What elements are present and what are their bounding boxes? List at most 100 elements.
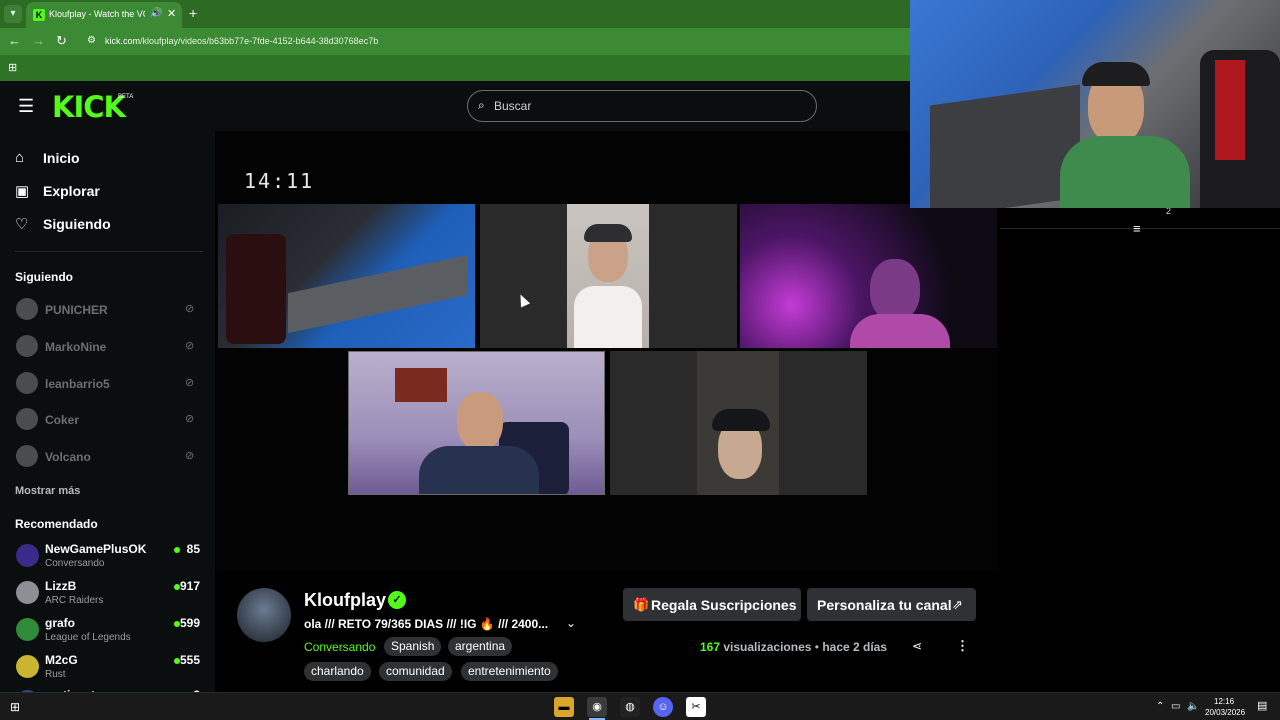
offline-icon: ⊘: [185, 450, 195, 462]
back-arrow-icon[interactable]: ←: [8, 33, 21, 48]
separator: •: [814, 640, 819, 654]
vod-stats: 167 visualizaciones • hace 2 días: [700, 640, 887, 654]
tag[interactable]: comunidad: [379, 662, 452, 681]
video-player[interactable]: 14:11: [215, 131, 999, 571]
recommended-item[interactable]: LizzB ARC Raiders 917: [15, 578, 205, 610]
video-timestamp: 14:11: [244, 169, 315, 193]
tag[interactable]: argentina: [448, 637, 513, 656]
tab-search-icon[interactable]: ▾: [4, 5, 22, 23]
live-dot-icon: [174, 547, 180, 553]
file-explorer-icon[interactable]: ▬: [554, 697, 574, 717]
discord-icon[interactable]: ☺: [653, 697, 673, 717]
avatar: [16, 655, 39, 678]
recommended-item[interactable]: grafo League of Legends 599: [15, 615, 205, 647]
gift-subs-button[interactable]: 🎁 Regala Suscripciones: [623, 588, 801, 621]
channel-name: MarkoNine: [45, 340, 107, 354]
kick-logo[interactable]: KICK: [52, 90, 126, 124]
offline-icon: ⊘: [185, 413, 195, 425]
volume-icon[interactable]: 🔈: [1187, 701, 1199, 712]
apps-grid-icon[interactable]: ⊞: [8, 61, 17, 74]
site-info-icon[interactable]: ⚙: [87, 35, 96, 46]
home-icon: ⌂: [15, 149, 25, 166]
webcam-overlay: [910, 0, 1280, 208]
verified-badge-icon: ✓: [388, 591, 406, 609]
viewer-count: 85: [186, 542, 200, 556]
filter-icon[interactable]: ≡: [1133, 221, 1141, 236]
menu-icon[interactable]: ☰: [18, 96, 34, 117]
avatar: [16, 581, 39, 604]
windows-start-icon[interactable]: ⊞: [10, 700, 20, 714]
customize-channel-button[interactable]: Personaliza tu canal ⇗: [807, 588, 976, 621]
screen: ▾ K Kloufplay - Watch the VOD 🔊 ✕ + ← → …: [0, 0, 1280, 720]
video-tile: [348, 351, 605, 495]
url-text: kick.com/kloufplay/videos/b63bb77e-7fde-…: [105, 36, 379, 46]
more-options-icon[interactable]: ⋮: [956, 638, 969, 654]
speaker-icon[interactable]: 🔊: [150, 8, 162, 19]
browser-tab[interactable]: K Kloufplay - Watch the VOD 🔊 ✕: [26, 2, 182, 28]
channel-avatar[interactable]: [237, 588, 291, 642]
following-item[interactable]: Volcano ⊘: [15, 444, 205, 470]
browser-tab-bar: ▾ K Kloufplay - Watch the VOD 🔊 ✕ +: [0, 0, 910, 28]
nav-label: Explorar: [43, 183, 100, 199]
stream-category[interactable]: Conversando: [304, 640, 375, 654]
new-tab-icon[interactable]: +: [189, 5, 197, 21]
following-section-title: Siguiendo: [15, 270, 73, 284]
following-item[interactable]: Coker ⊘: [15, 407, 205, 433]
chevron-down-icon[interactable]: ⌄: [566, 616, 576, 630]
channel-name: LizzB: [45, 579, 77, 593]
tab-title: Kloufplay - Watch the VOD: [49, 9, 145, 19]
avatar: [16, 372, 38, 394]
channel-name: NewGamePlusOK: [45, 542, 147, 556]
avatar: [16, 408, 38, 430]
url-field[interactable]: ⚙ kick.com/kloufplay/videos/b63bb77e-7fd…: [80, 31, 910, 52]
video-tile: [610, 351, 867, 495]
viewer-count: 917: [179, 579, 200, 593]
offline-icon: ⊘: [185, 303, 195, 315]
os-taskbar: ⊞ ▬ ◉ ◍ ☺ ✂ ⌃ ▭ 🔈 12:16 20/03/2026 ▤: [0, 692, 1280, 720]
search-input[interactable]: [494, 96, 794, 116]
heart-icon: ♡: [15, 216, 29, 233]
external-link-icon: ⇗: [952, 597, 963, 612]
vod-age: hace 2 días: [822, 640, 888, 654]
video-tile: [480, 204, 737, 348]
channel-name: PUNICHER: [45, 303, 108, 317]
reload-icon[interactable]: ↻: [56, 33, 67, 49]
tag[interactable]: entretenimiento: [461, 662, 558, 681]
share-icon[interactable]: ⋖: [912, 639, 922, 653]
forward-arrow-icon[interactable]: →: [32, 33, 45, 48]
obs-icon[interactable]: ◍: [620, 697, 640, 717]
clock-date[interactable]: 20/03/2026: [1205, 708, 1245, 717]
recommended-item[interactable]: NewGamePlusOK Conversando 85: [15, 541, 205, 573]
bookmarks-bar: ⊞: [0, 55, 910, 81]
tag[interactable]: Spanish: [384, 637, 442, 656]
stream-title: ola /// RETO 79/365 DIAS /// !IG 🔥 /// 2…: [304, 617, 549, 631]
search-bar[interactable]: ⌕: [467, 90, 817, 122]
stream-info: Kloufplay ✓ ola /// RETO 79/365 DIAS ///…: [215, 571, 999, 692]
notifications-icon[interactable]: ▤: [1257, 699, 1267, 712]
nav-label: Siguiendo: [43, 216, 111, 232]
channel-name: grafo: [45, 616, 75, 630]
views-label: visualizaciones: [723, 640, 812, 654]
tray-chevron-icon[interactable]: ⌃: [1156, 701, 1164, 712]
viewer-count: 555: [179, 653, 200, 667]
channel-name[interactable]: Kloufplay: [304, 590, 386, 611]
show-more-link[interactable]: Mostrar más: [15, 485, 80, 497]
chrome-icon[interactable]: ◉: [587, 697, 607, 717]
tag[interactable]: charlando: [304, 662, 371, 681]
following-item[interactable]: leanbarrio5 ⊘: [15, 371, 205, 397]
following-item[interactable]: MarkoNine ⊘: [15, 334, 205, 360]
close-icon[interactable]: ✕: [167, 7, 176, 20]
viewer-count: 599: [179, 616, 200, 630]
kick-favicon-icon: K: [33, 9, 45, 21]
button-label: Regala Suscripciones: [651, 597, 797, 613]
capcut-icon[interactable]: ✂: [686, 697, 706, 717]
recommended-item[interactable]: M2cG Rust 555: [15, 652, 205, 684]
following-item[interactable]: PUNICHER ⊘: [15, 297, 205, 323]
chat-panel: [999, 131, 1280, 692]
network-icon[interactable]: ▭: [1171, 701, 1180, 712]
address-bar-row: ← → ↻ ⚙ kick.com/kloufplay/videos/b63bb7…: [0, 28, 910, 55]
channel-category: Rust: [45, 669, 66, 680]
avatar: [16, 544, 39, 567]
avatar: [16, 618, 39, 641]
clock-time[interactable]: 12:16: [1214, 697, 1234, 706]
